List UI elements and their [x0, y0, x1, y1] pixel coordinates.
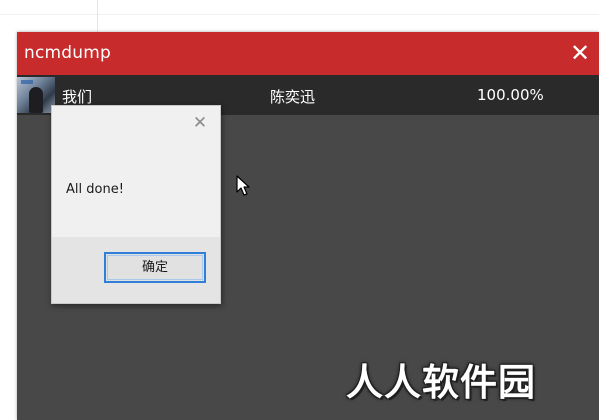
- dialog-close-button[interactable]: ✕: [192, 113, 208, 133]
- message-dialog: ✕ All done! 确定: [51, 105, 221, 304]
- cover-figure: [29, 87, 43, 113]
- watermark-logo: 人人软件园: [346, 361, 536, 404]
- track-progress: 100.00%: [477, 86, 544, 104]
- cover-text-mark: [21, 80, 33, 84]
- background-divider: [97, 0, 98, 32]
- app-title: ncmdump: [24, 43, 111, 63]
- mouse-cursor-icon: [236, 175, 250, 196]
- background-divider: [0, 14, 599, 15]
- focus-ring: [107, 255, 203, 280]
- ok-button[interactable]: 确定: [104, 252, 206, 283]
- close-icon: ✕: [569, 39, 591, 67]
- track-artist: 陈奕迅: [270, 88, 316, 106]
- titlebar[interactable]: ncmdump ✕: [17, 32, 599, 75]
- album-cover-image: [17, 77, 55, 113]
- track-name: 我们: [62, 88, 93, 106]
- close-icon: ✕: [192, 113, 208, 133]
- dialog-footer: 确定: [52, 237, 220, 303]
- close-button[interactable]: ✕: [565, 38, 595, 68]
- dialog-message: All done!: [66, 182, 124, 197]
